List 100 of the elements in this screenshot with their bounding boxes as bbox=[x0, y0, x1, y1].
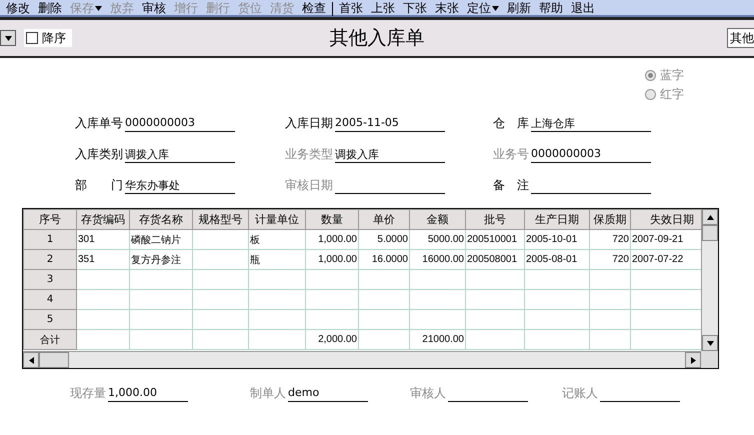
input-field[interactable]: 1,000.00 bbox=[108, 386, 188, 402]
column-header: 金额 bbox=[410, 210, 466, 230]
table-cell bbox=[466, 310, 524, 330]
table-cell bbox=[192, 270, 248, 290]
table-cell: 5.0000 bbox=[358, 230, 410, 250]
column-header: 生产日期 bbox=[524, 210, 590, 230]
vertical-scrollbar[interactable] bbox=[701, 209, 718, 351]
table-cell bbox=[76, 290, 130, 310]
dropdown-button[interactable] bbox=[0, 30, 16, 46]
table-cell bbox=[524, 310, 590, 330]
table-cell bbox=[130, 270, 192, 290]
scrollbar-thumb[interactable] bbox=[702, 225, 718, 241]
table-cell: 磷酸二钠片 bbox=[130, 230, 192, 250]
column-header: 存货编码 bbox=[76, 210, 130, 230]
radio-option[interactable]: 蓝字 bbox=[645, 67, 684, 84]
toolbar-button[interactable]: 帮助 bbox=[535, 0, 567, 16]
column-header: 保质期 bbox=[590, 210, 630, 230]
table-cell: 720 bbox=[590, 250, 630, 270]
toolbar-button[interactable]: 下张 bbox=[399, 0, 431, 16]
table-cell bbox=[358, 270, 410, 290]
table-cell: 瓶 bbox=[248, 250, 306, 270]
table-cell bbox=[466, 290, 524, 310]
field-label: 记账人 bbox=[562, 385, 598, 402]
table-cell bbox=[192, 330, 248, 350]
table-cell: 2,000.00 bbox=[306, 330, 358, 350]
table-cell bbox=[524, 290, 590, 310]
row-header: 4 bbox=[24, 290, 76, 310]
table-cell bbox=[130, 290, 192, 310]
table-cell bbox=[466, 330, 524, 350]
input-field[interactable]: 上海仓库 bbox=[531, 116, 651, 132]
table-cell bbox=[76, 310, 130, 330]
table-cell bbox=[466, 270, 524, 290]
table-cell bbox=[248, 290, 306, 310]
form-title: 其他入库单 bbox=[330, 27, 424, 49]
field-label: 部 门 bbox=[75, 177, 123, 194]
table-cell bbox=[192, 290, 248, 310]
toolbar-button[interactable]: 首张 bbox=[335, 0, 367, 16]
input-field[interactable]: demo bbox=[288, 386, 368, 402]
table-cell bbox=[130, 330, 192, 350]
caret-icon bbox=[4, 36, 12, 40]
input-field[interactable]: 2005-11-05 bbox=[335, 116, 445, 132]
field-label: 业务类型 bbox=[285, 146, 333, 163]
input-field[interactable]: 调拨入库 bbox=[125, 147, 235, 163]
radio-label: 蓝字 bbox=[660, 67, 684, 84]
row-header: 3 bbox=[24, 270, 76, 290]
scroll-down-button[interactable] bbox=[702, 335, 718, 351]
table-cell bbox=[76, 330, 130, 350]
table-cell bbox=[248, 270, 306, 290]
row-header: 合计 bbox=[24, 330, 76, 350]
toolbar-button[interactable]: 末张 bbox=[431, 0, 463, 16]
table-cell bbox=[590, 310, 630, 330]
table-cell: 2005-10-01 bbox=[524, 230, 590, 250]
field-label: 仓 库 bbox=[493, 115, 529, 132]
column-header: 规格型号 bbox=[192, 210, 248, 230]
toolbar-button[interactable]: 检查 bbox=[298, 0, 330, 16]
table-cell bbox=[358, 290, 410, 310]
table-cell: 2005-08-01 bbox=[524, 250, 590, 270]
field-label: 业务号 bbox=[493, 146, 529, 163]
radio-option[interactable]: 红字 bbox=[645, 86, 684, 103]
table-cell bbox=[248, 310, 306, 330]
table-cell bbox=[306, 290, 358, 310]
toolbar-button[interactable]: 退出 bbox=[567, 0, 599, 16]
scroll-left-button[interactable] bbox=[23, 352, 39, 368]
table-cell: 5000.00 bbox=[410, 230, 466, 250]
horizontal-scrollbar[interactable] bbox=[23, 351, 701, 368]
column-header: 数量 bbox=[306, 210, 358, 230]
table-cell: 复方丹参注 bbox=[130, 250, 192, 270]
row-header: 2 bbox=[24, 250, 76, 270]
table-cell bbox=[524, 270, 590, 290]
scroll-up-button[interactable] bbox=[702, 209, 718, 225]
table-cell bbox=[130, 310, 192, 330]
template-field[interactable]: 其他 bbox=[727, 28, 754, 48]
column-header: 批号 bbox=[466, 210, 524, 230]
column-header: 失效日期 bbox=[630, 210, 701, 230]
table-cell: 21000.00 bbox=[410, 330, 466, 350]
toolbar-button[interactable]: 删除 bbox=[34, 0, 66, 16]
table-cell: 16.0000 bbox=[358, 250, 410, 270]
input-field[interactable]: 华东办事处 bbox=[125, 178, 235, 194]
table-cell bbox=[358, 330, 410, 350]
right-arrow-icon bbox=[690, 356, 696, 364]
sort-checkbox[interactable]: 降序 bbox=[24, 29, 72, 47]
toolbar-button[interactable]: 审核 bbox=[138, 0, 170, 16]
table-cell: 351 bbox=[76, 250, 130, 270]
toolbar-button[interactable]: 定位 bbox=[463, 0, 503, 16]
field-label: 入库日期 bbox=[285, 115, 333, 132]
table-cell bbox=[192, 230, 248, 250]
table-cell: 720 bbox=[590, 230, 630, 250]
table-cell bbox=[590, 270, 630, 290]
scrollbar-thumb[interactable] bbox=[39, 352, 69, 368]
field-label: 现存量 bbox=[70, 385, 106, 402]
field-label: 审核日期 bbox=[285, 177, 333, 194]
toolbar-button[interactable]: 上张 bbox=[367, 0, 399, 16]
toolbar-button[interactable]: 刷新 bbox=[503, 0, 535, 16]
toolbar-button[interactable]: 修改 bbox=[2, 0, 34, 16]
input-field[interactable]: 0000000003 bbox=[125, 116, 235, 132]
scroll-right-button[interactable] bbox=[685, 352, 701, 368]
row-header: 1 bbox=[24, 230, 76, 250]
table-cell bbox=[306, 310, 358, 330]
column-header: 存货名称 bbox=[130, 210, 192, 230]
table-cell bbox=[192, 250, 248, 270]
